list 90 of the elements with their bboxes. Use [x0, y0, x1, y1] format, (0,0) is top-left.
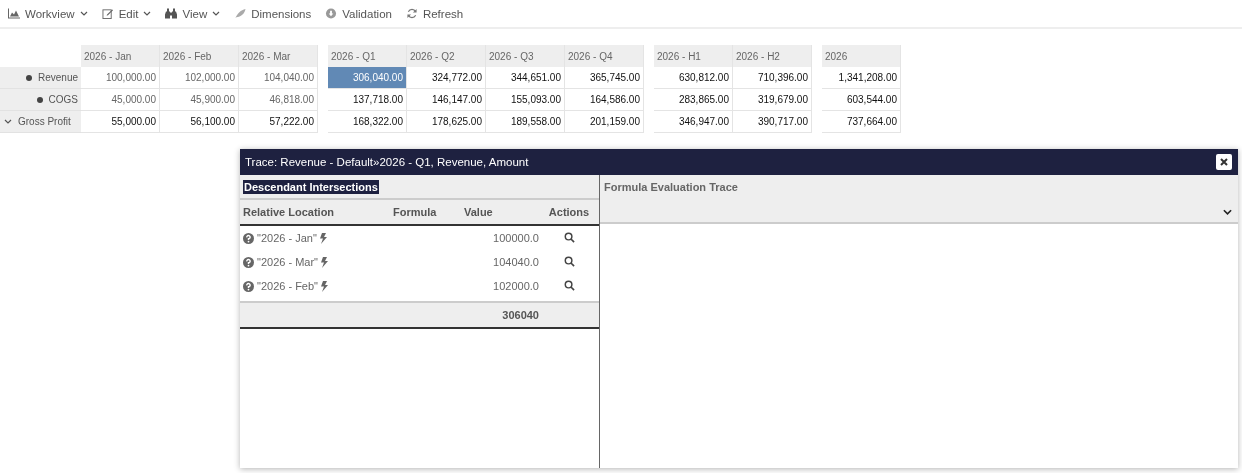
table-cell[interactable]: 283,865.00: [654, 89, 733, 111]
close-icon: [1219, 157, 1229, 167]
toolbar-button[interactable]: Edit: [97, 7, 156, 20]
table-cell[interactable]: 319,679.00: [733, 89, 812, 111]
search-icon: [563, 279, 575, 291]
column-header: 2026 - Q2: [407, 45, 486, 67]
bullet-icon: [36, 96, 43, 103]
toolbar-button[interactable]: Validation: [321, 7, 396, 20]
table-cell[interactable]: 55,000.00: [81, 111, 160, 133]
leaf-icon: [234, 8, 247, 19]
table-cell[interactable]: 100,000.00: [81, 67, 160, 89]
help-icon: [243, 232, 254, 244]
column-header: Formula: [393, 206, 438, 218]
binoculars-icon: [165, 8, 178, 19]
table-cell[interactable]: 178,625.00: [407, 111, 486, 133]
table-cell[interactable]: 104,040.00: [239, 67, 318, 89]
column-header: 2026 - Q4: [565, 45, 644, 67]
search-icon: [563, 231, 575, 243]
table-cell[interactable]: 56,100.00: [160, 111, 239, 133]
table-cell[interactable]: 1,341,208.00: [822, 67, 901, 89]
toolbar-button[interactable]: Refresh: [401, 7, 468, 20]
column-header: Value: [463, 206, 494, 218]
value-text: 100000.0: [492, 232, 539, 244]
table-cell[interactable]: 365,745.00: [565, 67, 644, 89]
section-heading: Formula Evaluation Trace: [604, 181, 738, 193]
column-header: 2026 - Mar: [239, 45, 318, 67]
lightning-icon: [321, 280, 328, 292]
location-text: "2026 - Feb": [257, 280, 318, 292]
area-chart-icon: [8, 8, 20, 19]
table-cell[interactable]: 346,947.00: [654, 111, 733, 133]
toolbar-button[interactable]: Dimensions: [230, 7, 316, 20]
table-cell[interactable]: 168,322.00: [328, 111, 407, 133]
table-cell[interactable]: 146,147.00: [407, 89, 486, 111]
column-header: 2026: [822, 45, 901, 67]
column-header: 2026 - Q3: [486, 45, 565, 67]
table-cell[interactable]: 603,544.00: [822, 89, 901, 111]
table-cell[interactable]: 324,772.00: [407, 67, 486, 89]
total-value: 306040: [501, 309, 539, 321]
lightning-icon: [321, 256, 328, 268]
table-cell[interactable]: 45,000.00: [81, 89, 160, 111]
column-header: 2026 - Feb: [160, 45, 239, 67]
table-cell[interactable]: 45,900.00: [160, 89, 239, 111]
search-button[interactable]: [563, 279, 575, 291]
value-text: 104040.0: [492, 256, 539, 268]
value-text: 102000.0: [492, 280, 539, 292]
dialog-title: Trace: Revenue - Default»2026 - Q1, Revenue, Amount: [245, 156, 529, 168]
column-header: Actions: [547, 206, 591, 218]
table-cell[interactable]: 306,040.00: [328, 67, 407, 89]
caret-icon: [79, 11, 88, 16]
table-cell[interactable]: 46,818.00: [239, 89, 318, 111]
refresh-icon: [405, 8, 418, 19]
caret-icon: [212, 11, 221, 16]
column-header: 2026 - Q1: [328, 45, 407, 67]
toolbar-button[interactable]: Workview: [4, 7, 92, 20]
row-header[interactable]: Revenue: [0, 67, 81, 89]
row-header[interactable]: Gross Profit: [0, 111, 81, 133]
collapse-icon: [4, 119, 12, 124]
table-cell[interactable]: 710,396.00: [733, 67, 812, 89]
toolbar-button[interactable]: View: [161, 7, 225, 20]
caret-icon: [143, 11, 152, 16]
column-header: 2026 - Jan: [81, 45, 160, 67]
table-cell[interactable]: 201,159.00: [565, 111, 644, 133]
chevron-down-icon[interactable]: [1223, 209, 1232, 215]
bullet-icon: [25, 74, 32, 81]
table-cell[interactable]: 155,093.00: [486, 89, 565, 111]
edit-icon: [101, 8, 114, 19]
search-button[interactable]: [563, 255, 575, 267]
table-cell[interactable]: 630,812.00: [654, 67, 733, 89]
column-header: Relative Location: [242, 206, 336, 218]
section-heading: Descendant Intersections: [243, 179, 379, 194]
table-cell[interactable]: 164,586.00: [565, 89, 644, 111]
help-icon: [243, 256, 254, 268]
search-button[interactable]: [563, 231, 575, 243]
table-cell[interactable]: 344,651.00: [486, 67, 565, 89]
table-cell[interactable]: 737,664.00: [822, 111, 901, 133]
location-text: "2026 - Jan": [257, 232, 317, 244]
download-circle-icon: [325, 8, 338, 19]
help-icon: [243, 280, 254, 292]
row-header[interactable]: COGS: [0, 89, 81, 111]
table-cell[interactable]: 390,717.00: [733, 111, 812, 133]
table-cell[interactable]: 137,718.00: [328, 89, 407, 111]
location-text: "2026 - Mar": [257, 256, 318, 268]
lightning-icon: [319, 232, 327, 244]
column-header: 2026 - H1: [654, 45, 733, 67]
table-cell[interactable]: 189,558.00: [486, 111, 565, 133]
column-header: 2026 - H2: [733, 45, 812, 67]
close-button[interactable]: [1216, 154, 1232, 170]
table-cell[interactable]: 102,000.00: [160, 67, 239, 89]
search-icon: [563, 255, 575, 267]
table-cell[interactable]: 57,222.00: [239, 111, 318, 133]
